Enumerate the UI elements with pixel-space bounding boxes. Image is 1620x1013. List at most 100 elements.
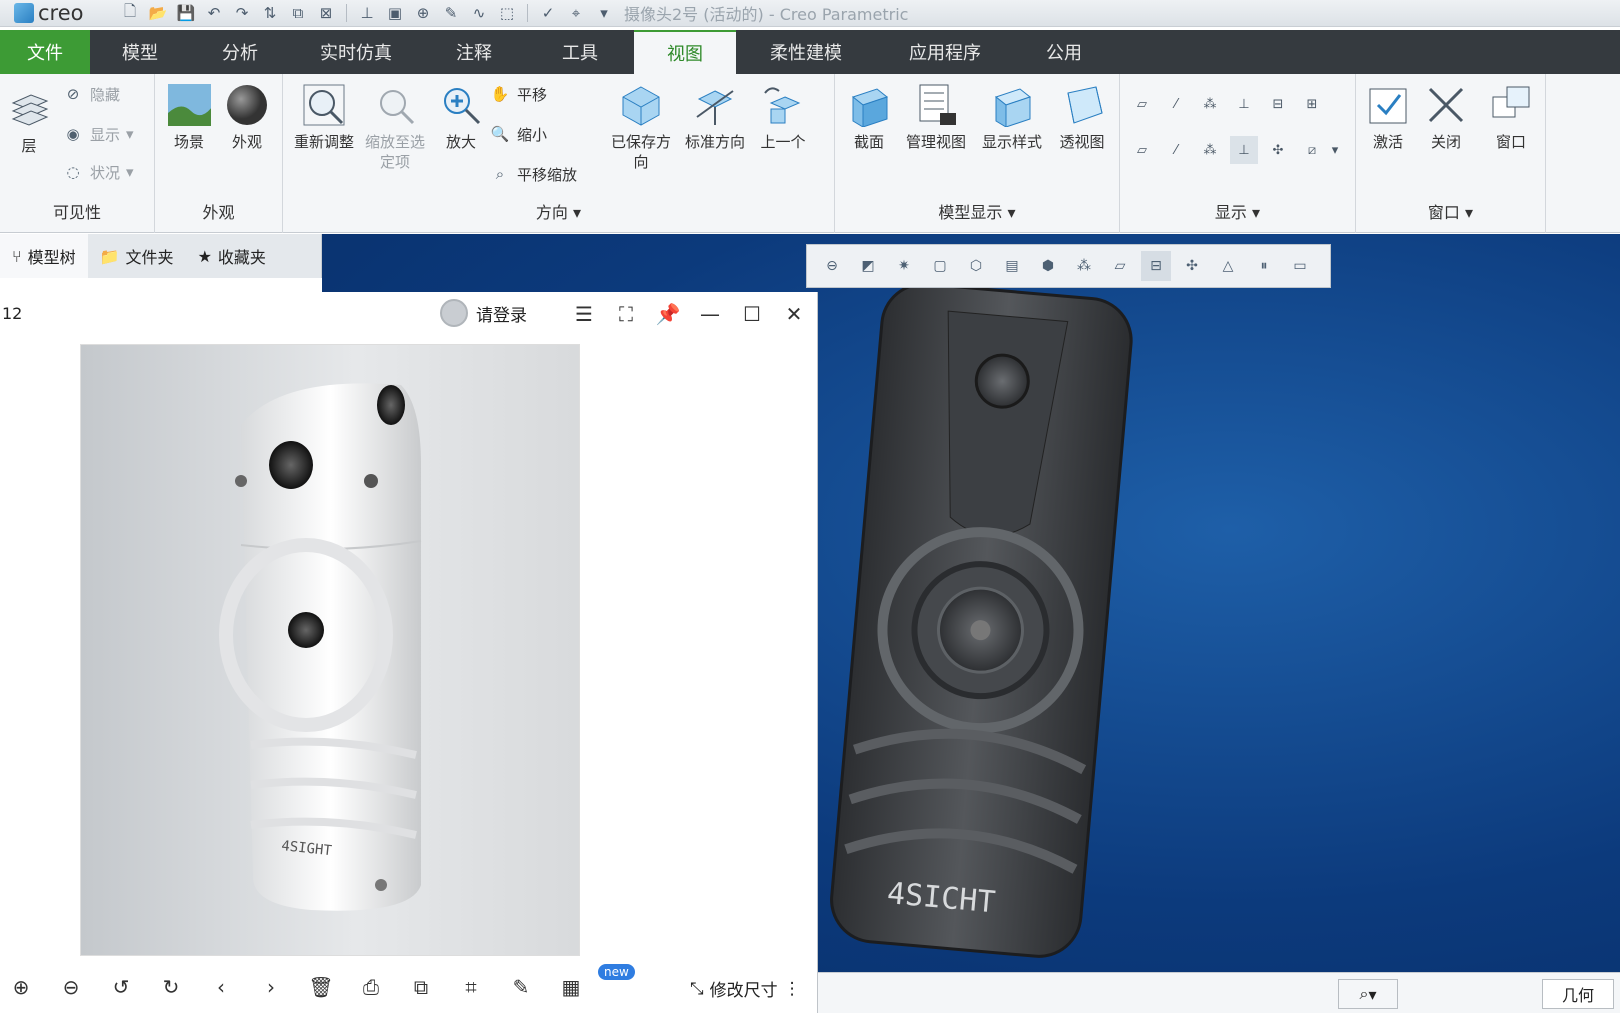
zoom-in-button[interactable]: 放大	[433, 82, 489, 152]
annotation-toggle-icon[interactable]: ▭	[1285, 251, 1315, 281]
spin-center-icon[interactable]: ✣	[1264, 136, 1292, 164]
plane-display-icon[interactable]: ▱	[1105, 251, 1135, 281]
view-manager-icon[interactable]: ▤	[997, 251, 1027, 281]
pan-button[interactable]: ✋ 平移	[489, 82, 547, 106]
tab-analysis[interactable]: 分析	[190, 30, 290, 74]
scene-icon[interactable]: △	[1213, 251, 1243, 281]
axis-tag-icon[interactable]: ⁄	[1162, 136, 1190, 164]
datum-point-icon[interactable]: ⊕	[411, 2, 435, 24]
zoom-out-icon[interactable]: ⊖	[54, 970, 88, 1004]
menu-icon[interactable]: ☰	[570, 300, 598, 328]
edge-display-icon[interactable]: ⧄	[1298, 136, 1326, 164]
csys-display-icon[interactable]: ⊥	[1230, 90, 1258, 118]
print-icon[interactable]: ⎙	[354, 970, 388, 1004]
dimension-display-icon[interactable]: ⊞	[1298, 90, 1326, 118]
dropdown-arrow-icon[interactable]: ▾	[1326, 136, 1344, 164]
zoom-out-button[interactable]: 🔍 缩小	[489, 122, 547, 146]
axis-display-icon[interactable]: ⁄	[1162, 90, 1190, 118]
previous-view-button[interactable]: 上一个	[753, 82, 813, 152]
csys-icon[interactable]: ⊥	[355, 2, 379, 24]
apps-icon[interactable]: ▦	[554, 970, 588, 1004]
tab-model-tree[interactable]: ⑂ 模型树	[0, 234, 88, 278]
open-file-icon[interactable]: 📂	[146, 2, 170, 24]
edit-icon[interactable]: ✎	[504, 970, 538, 1004]
saved-orientation-icon[interactable]: ⬡	[961, 251, 991, 281]
regenerate-icon[interactable]: ⇅	[258, 2, 282, 24]
select-box-icon[interactable]: ⬚	[495, 2, 519, 24]
check-icon[interactable]: ✓	[536, 2, 560, 24]
display-style-button[interactable]: 显示样式	[975, 82, 1049, 152]
find-button[interactable]: ⌕ ▾	[1338, 979, 1398, 1009]
appearance-button[interactable]: 外观	[221, 82, 273, 152]
manage-views-button[interactable]: 管理视图	[899, 82, 973, 152]
tab-flexible-modeling[interactable]: 柔性建模	[736, 30, 876, 74]
spin-center-icon[interactable]: ✣	[1177, 251, 1207, 281]
refit-icon[interactable]: ◩	[853, 251, 883, 281]
point-display-icon[interactable]: ⁂	[1196, 90, 1224, 118]
layer-button[interactable]: 层	[6, 86, 52, 156]
pan-zoom-button[interactable]: ⌕ 平移缩放	[489, 162, 577, 186]
close-window-icon[interactable]: ⊠	[314, 2, 338, 24]
tab-view[interactable]: 视图	[634, 30, 736, 74]
tab-annotate[interactable]: 注释	[422, 30, 526, 74]
perspective-button[interactable]: 透视图	[1051, 82, 1113, 152]
close-button[interactable]: 关闭	[1418, 82, 1474, 152]
status-button[interactable]: ◌ 状况 ▾	[62, 160, 133, 184]
windows-icon[interactable]: ⧉	[286, 2, 310, 24]
plane-display-icon[interactable]: ▱	[1128, 90, 1156, 118]
tab-applications[interactable]: 应用程序	[876, 30, 1014, 74]
point-display-icon[interactable]: ⁂	[1069, 251, 1099, 281]
minimize-icon[interactable]: —	[696, 300, 724, 328]
tab-favorites[interactable]: ★ 收藏夹	[186, 234, 278, 278]
tab-tools[interactable]: 工具	[526, 30, 634, 74]
zoom-out-icon[interactable]: ⊖	[817, 251, 847, 281]
login-button[interactable]: 请登录	[440, 299, 527, 327]
customize-dropdown-icon[interactable]: ▾	[592, 2, 616, 24]
analysis-icon[interactable]: ⌖	[564, 2, 588, 24]
windows-button[interactable]: 窗口	[1480, 82, 1542, 152]
refit-button[interactable]: 重新调整	[291, 82, 357, 152]
tab-common[interactable]: 公用	[1014, 30, 1114, 74]
rotate-left-icon[interactable]: ↺	[104, 970, 138, 1004]
next-icon[interactable]: ›	[254, 970, 288, 1004]
close-icon[interactable]: ✕	[780, 300, 808, 328]
display-style-icon[interactable]: ▢	[925, 251, 955, 281]
undo-icon[interactable]: ↶	[202, 2, 226, 24]
zoom-in-icon[interactable]: ⊕	[4, 970, 38, 1004]
pin-icon[interactable]: 📌	[654, 300, 682, 328]
copy-icon[interactable]: ⧉	[404, 970, 438, 1004]
save-icon[interactable]: 💾	[174, 2, 198, 24]
redo-icon[interactable]: ↷	[230, 2, 254, 24]
point-tag-icon[interactable]: ⁂	[1196, 136, 1224, 164]
perspective-icon[interactable]: ⬢	[1033, 251, 1063, 281]
annotation-display-icon[interactable]: ⊟	[1141, 251, 1171, 281]
plane-tag-icon[interactable]: ▱	[1128, 136, 1156, 164]
tab-simulation[interactable]: 实时仿真	[290, 30, 422, 74]
scene-button[interactable]: 场景	[159, 82, 219, 152]
fullscreen-icon[interactable]: ⛶	[612, 300, 640, 328]
tab-model[interactable]: 模型	[90, 30, 190, 74]
standard-orientation-button[interactable]: 标准方向	[679, 82, 751, 152]
pause-icon[interactable]: ⏸	[1249, 251, 1279, 281]
datum-plane-icon[interactable]: ▣	[383, 2, 407, 24]
activate-button[interactable]: 激活	[1360, 82, 1416, 152]
saved-orientations-button[interactable]: 已保存方向	[605, 82, 677, 172]
crop-icon[interactable]: ⌗	[454, 970, 488, 1004]
tab-folder-browser[interactable]: 📁 文件夹	[88, 234, 186, 278]
zoom-to-selected-button[interactable]: 缩放至选定项	[361, 82, 429, 172]
rotate-right-icon[interactable]: ↻	[154, 970, 188, 1004]
curve-icon[interactable]: ∿	[467, 2, 491, 24]
maximize-icon[interactable]: ☐	[738, 300, 766, 328]
previous-icon[interactable]: ‹	[204, 970, 238, 1004]
csys-tag-icon[interactable]: ⊥	[1230, 136, 1258, 164]
hide-button[interactable]: ⊘ 隐藏	[62, 82, 120, 106]
section-button[interactable]: 截面	[841, 82, 897, 152]
tab-file[interactable]: 文件	[0, 30, 90, 74]
delete-icon[interactable]: 🗑	[304, 970, 338, 1004]
repaint-icon[interactable]: ✷	[889, 251, 919, 281]
modify-size-button[interactable]: ⤡ 修改尺寸 ⋮	[690, 976, 801, 1002]
sketch-icon[interactable]: ✎	[439, 2, 463, 24]
selection-filter[interactable]: 几何	[1542, 979, 1614, 1009]
annotation-display-icon[interactable]: ⊟	[1264, 90, 1292, 118]
show-button[interactable]: ◉ 显示 ▾	[62, 122, 133, 146]
